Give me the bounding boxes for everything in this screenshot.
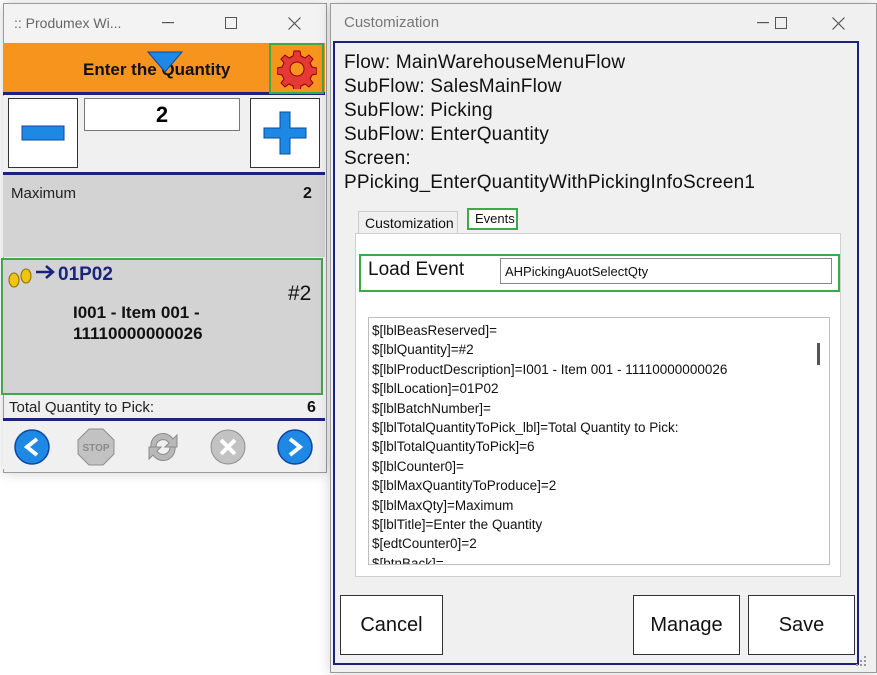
back-button[interactable] [12,427,52,467]
next-button[interactable] [275,427,315,467]
memo-line: $[lblBatchNumber]= [372,400,491,416]
increase-button[interactable] [250,98,320,168]
dropdown-triangle-icon[interactable] [146,51,184,78]
maximize-icon[interactable] [759,4,803,42]
location-label: 01P02 [58,264,113,285]
maximize-icon[interactable] [209,4,253,42]
close-icon[interactable] [816,4,860,42]
subflow-line-3: SubFlow: EnterQuantity [344,124,550,145]
product-description: I001 - Item 001 - 11110000000026 [73,303,203,343]
gear-icon [276,50,317,89]
tab-events[interactable]: Events [467,208,518,230]
save-button[interactable]: Save [748,595,855,655]
memo-line: $[btnBack]= [372,555,444,565]
memo-line: $[lblCounter0]= [372,458,464,474]
memo-line: $[lblTotalQuantityToPick]=6 [372,439,535,455]
title-bar[interactable]: :: Produmex Wi... [4,4,326,42]
memo-line: $[edtCounter0]=2 [372,536,477,552]
settings-button[interactable] [269,43,324,94]
screen-name: PPicking_EnterQuantityWithPickingInfoScr… [344,172,756,193]
memo-line: $[lblQuantity]=#2 [372,342,474,358]
total-quantity-label: Total Quantity to Pick: [9,399,155,416]
plus-icon [263,111,307,155]
maximum-label: Maximum [11,185,77,202]
quantity-input[interactable]: 2 [84,98,240,131]
tab-customization[interactable]: Customization [358,211,458,233]
cancel-button-icon[interactable] [208,427,248,467]
stop-icon: STOP [77,428,115,466]
decrease-button[interactable] [8,98,78,168]
memo-content: $[lblBeasReserved]= $[lblQuantity]=#2 $[lb… [372,321,728,565]
window-title: Customization [344,14,440,31]
back-icon [14,429,50,465]
flow-line: Flow: MainWarehouseMenuFlow [344,52,626,73]
scrollbar-thumb[interactable] [817,343,820,365]
subflow-line-1: SubFlow: SalesMainFlow [344,76,562,97]
memo-line: $[lblBeasReserved]= [372,323,497,338]
screen-label: Screen: [344,148,411,169]
customization-window: Customization Flow: MainWarehouseMenuFlo… [330,3,877,673]
navigation-bar: STOP [3,421,325,469]
total-quantity-value: 6 [307,399,316,416]
memo-line: $[lblMaxQty]=Maximum [372,497,514,513]
refresh-button[interactable] [143,427,183,467]
subflow-line-2: SubFlow: Picking [344,100,493,121]
refresh-icon [148,433,178,461]
minimize-icon[interactable] [146,4,190,42]
memo-line: $[lblMaxQuantityToProduce]=2 [372,478,557,494]
maximum-value: 2 [303,185,312,202]
cancel-icon [210,429,246,465]
memo-line: $[lblTitle]=Enter the Quantity [372,516,543,532]
load-event-label: Load Event [368,259,465,280]
stop-button[interactable]: STOP [76,427,116,467]
svg-text:STOP: STOP [82,443,109,454]
cancel-button[interactable]: Cancel [340,595,443,655]
memo-line: $[lblProductDescription]=I001 - Item 001… [372,361,728,377]
memo-line: $[lblLocation]=01P02 [372,381,499,397]
resize-grip-icon[interactable] [854,654,868,668]
footprints-icon [6,265,36,294]
minus-icon [21,125,65,141]
quantity-row: 2 [3,96,325,172]
load-event-input[interactable] [500,258,832,284]
counter-label: #2 [288,282,312,305]
event-variables-textarea[interactable]: $[lblBeasReserved]= $[lblQuantity]=#2 $[lb… [368,317,830,565]
next-icon [277,429,313,465]
window-title: :: Produmex Wi... [14,15,122,31]
memo-line: $[lblTotalQuantityToPick_lbl]=Total Quan… [372,419,679,435]
manage-button[interactable]: Manage [633,595,740,655]
arrow-right-icon [35,264,57,285]
close-icon[interactable] [272,4,316,42]
